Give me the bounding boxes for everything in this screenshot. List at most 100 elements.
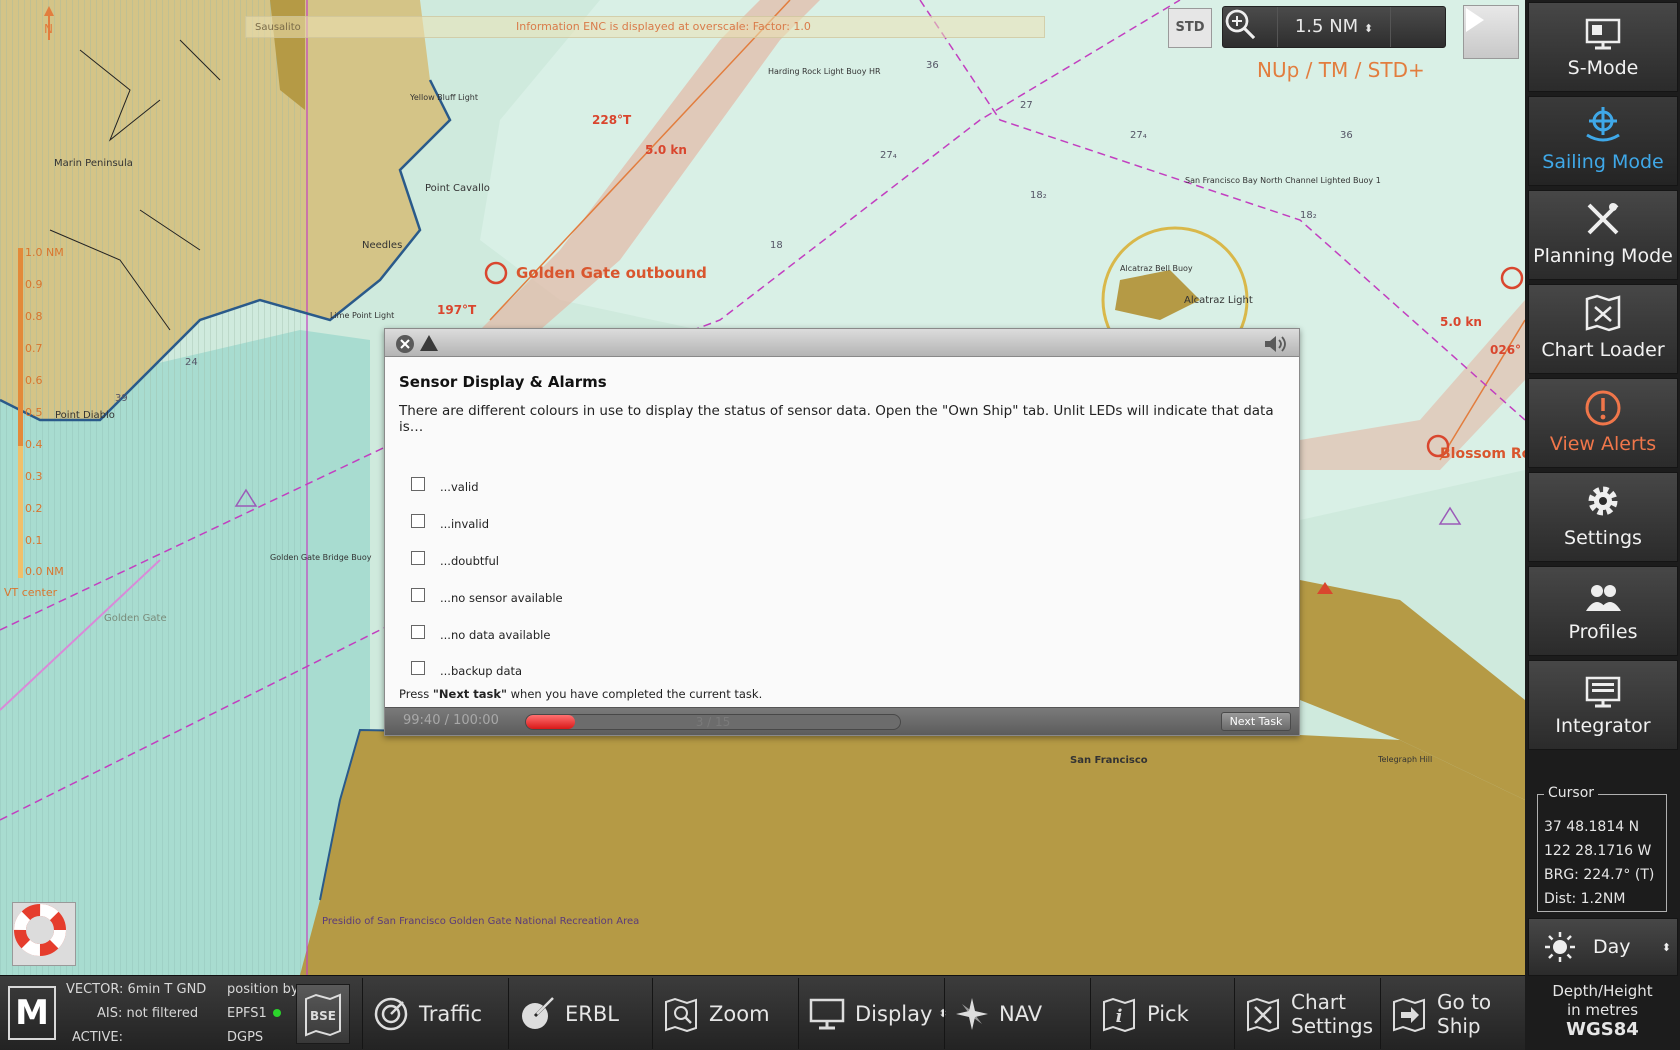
expand-panel-button[interactable] — [1463, 5, 1519, 59]
zoom-range-select[interactable]: 1.5 NM ⬍ — [1277, 7, 1391, 47]
scale-tick: 0.3 — [25, 470, 43, 483]
nav-button[interactable]: NAV — [944, 978, 1090, 1049]
settings-button[interactable]: Settings — [1528, 472, 1678, 562]
display-monitor-icon — [809, 998, 845, 1029]
hint-bold: "Next task" — [432, 687, 507, 701]
orientation-mode-label[interactable]: NUp / TM / STD+ — [1257, 58, 1425, 82]
chart-loader-button[interactable]: Chart Loader — [1528, 284, 1678, 374]
view-alerts-label: View Alerts — [1549, 433, 1657, 455]
zoom-out-button[interactable] — [1225, 7, 1445, 47]
chart-settings-line2: Settings — [1291, 1013, 1374, 1038]
zoom-tool-label: Zoom — [709, 1001, 770, 1026]
traffic-button[interactable]: Traffic — [362, 978, 508, 1049]
answer-option[interactable]: ...backup data — [399, 653, 1285, 690]
profiles-button[interactable]: Profiles — [1528, 566, 1678, 656]
answer-option[interactable]: ...doubtful — [399, 543, 1285, 580]
label-golden-gate-bridge: Golden Gate Bridge Buoy — [270, 553, 372, 562]
go-to-ship-line1: Go to — [1437, 989, 1492, 1014]
users-icon — [1586, 585, 1621, 611]
label-point-diablo: Point Diablo — [55, 410, 115, 421]
std-display-button[interactable]: STD — [1168, 8, 1212, 48]
answer-checkbox[interactable] — [411, 550, 425, 565]
sailing-mode-button[interactable]: Sailing Mode — [1528, 96, 1678, 186]
chart-settings-button[interactable]: Chart Settings — [1234, 978, 1380, 1049]
label-sf-bay-north-channel: San Francisco Bay North Channel Lighted … — [1185, 176, 1381, 185]
scale-tick: 0.6 — [25, 374, 43, 387]
zoom-tool-button[interactable]: Zoom — [652, 978, 798, 1049]
dialog-title: Sensor Display & Alarms — [399, 373, 607, 391]
sun-icon — [1545, 932, 1575, 962]
epfs-label: EPFS1 — [227, 1006, 267, 1021]
ais-status: AIS: not filtered — [97, 1006, 199, 1021]
position-source-status: position by EPFS1 DGPS — [227, 978, 299, 1050]
answer-option[interactable]: ...valid — [399, 469, 1285, 506]
depth-line2: in metres — [1566, 1001, 1639, 1019]
datum-label: WGS84 — [1566, 1019, 1639, 1040]
integrator-button[interactable]: Integrator — [1528, 660, 1678, 750]
answer-options: ...valid ...invalid ...doubtful ...no se… — [399, 469, 1285, 690]
route-course-026: 026° — [1490, 343, 1522, 357]
gear-icon — [1588, 486, 1618, 516]
answer-checkbox[interactable] — [411, 624, 425, 639]
close-icon — [396, 335, 414, 353]
cursor-longitude: 122 28.1716 W — [1544, 843, 1652, 859]
planning-mode-button[interactable]: Planning Mode — [1528, 190, 1678, 280]
monitor-icon — [1585, 18, 1621, 50]
label-golden-gate: Golden Gate — [104, 613, 167, 624]
day-night-select[interactable]: Day ⬍ — [1528, 918, 1678, 976]
answer-checkbox[interactable] — [411, 477, 425, 492]
zoom-control: 1.5 NM ⬍ — [1222, 6, 1446, 48]
vector-center-label: VT center — [4, 586, 58, 599]
main-menu-button[interactable]: M — [8, 986, 56, 1040]
bse-chart-icon: BSE — [305, 993, 341, 1037]
status-led — [272, 1009, 281, 1017]
scale-tick: 0.5 — [25, 406, 43, 419]
label-alcatraz-light: Alcatraz Light — [1184, 295, 1253, 306]
depth-sounding: 27₄ — [1130, 130, 1147, 141]
depth-sounding: 36 — [1340, 130, 1353, 141]
north-indicator: N — [44, 22, 53, 36]
bse-button[interactable]: BSE — [296, 984, 350, 1044]
answer-checkbox[interactable] — [411, 661, 425, 676]
answer-option[interactable]: ...no data available — [399, 616, 1285, 653]
answer-option[interactable]: ...invalid — [399, 506, 1285, 543]
scale-tick: 0.9 — [25, 278, 43, 291]
overscale-info-banner: Information ENC is displayed at overscal… — [245, 16, 1045, 38]
route-label-golden-gate-outbound[interactable]: Golden Gate outbound — [516, 264, 707, 282]
dialog-body: Sensor Display & Alarms There are differ… — [385, 357, 1299, 709]
task-dialog: Sensor Display & Alarms There are differ… — [384, 328, 1300, 736]
erbl-button[interactable]: ERBL — [508, 978, 652, 1049]
play-arrow-icon — [1466, 8, 1484, 32]
cursor-position-panel: Cursor 37 48.1814 N 122 28.1716 W BRG: 2… — [1537, 785, 1667, 912]
answer-label: ...backup data — [440, 664, 523, 679]
display-button[interactable]: Display ⬍ — [798, 978, 948, 1049]
svg-text:i: i — [1116, 1006, 1123, 1027]
erbl-icon — [522, 996, 554, 1029]
answer-checkbox[interactable] — [411, 587, 425, 602]
go-to-ship-button[interactable]: Go to Ship — [1380, 978, 1525, 1049]
dialog-header — [385, 329, 1299, 357]
label-yellow-bluff: Yellow Bluff Light — [410, 93, 478, 102]
pick-button[interactable]: i Pick — [1090, 978, 1234, 1049]
route-course-197: 197°T — [437, 303, 477, 317]
sound-button[interactable] — [1263, 334, 1289, 358]
depth-sounding: 36 — [926, 60, 939, 71]
answer-checkbox[interactable] — [411, 514, 425, 529]
day-mode-label: Day — [1593, 936, 1631, 958]
s-mode-button[interactable]: S-Mode — [1528, 2, 1678, 92]
label-marin: Marin Peninsula — [54, 158, 133, 169]
chart-map-icon — [1585, 294, 1621, 332]
chart-loader-label: Chart Loader — [1541, 339, 1665, 361]
sailing-mode-label: Sailing Mode — [1542, 151, 1664, 173]
info-pick-icon: i — [1103, 997, 1135, 1032]
view-alerts-button[interactable]: View Alerts — [1528, 378, 1678, 468]
dialog-close-button[interactable] — [395, 334, 415, 358]
label-point-cavallo: Point Cavallo — [425, 183, 490, 194]
integrator-icon — [1585, 676, 1621, 708]
next-task-button[interactable]: Next Task — [1221, 712, 1291, 731]
mob-button[interactable] — [12, 902, 76, 966]
depth-sounding: 39 — [115, 393, 128, 404]
task-progress-label: 3 / 15 — [695, 715, 731, 729]
scale-tick: 0.7 — [25, 342, 43, 355]
answer-option[interactable]: ...no sensor available — [399, 579, 1285, 616]
